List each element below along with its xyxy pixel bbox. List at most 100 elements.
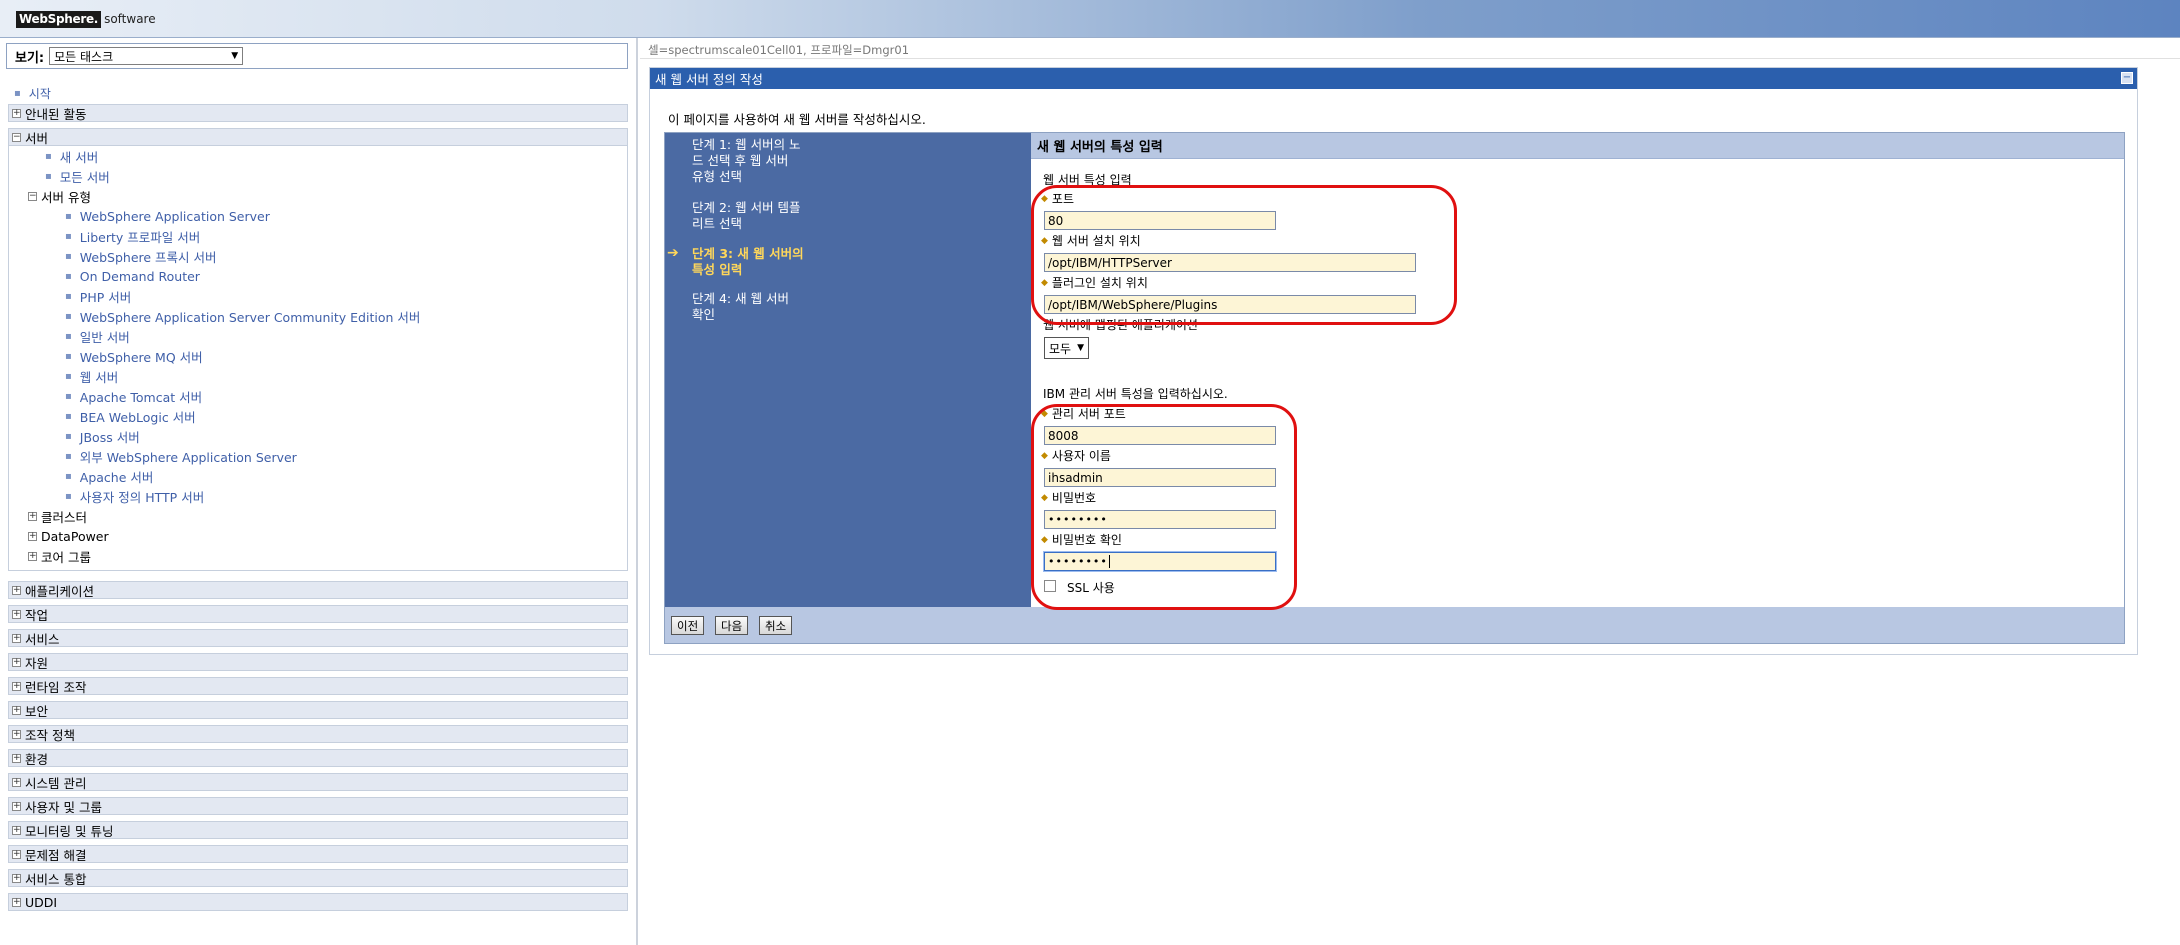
nav-item-server-type[interactable]: ▪ WebSphere MQ 서버: [9, 346, 627, 366]
expand-icon: +: [12, 107, 21, 118]
view-select[interactable]: 모든 태스크 ▼: [49, 47, 244, 65]
navigation-pane: 보기: 모든 태스크 ▼ ▪ 시작 + 안내된 활동 − 서버 ▪ 새 서버 ▪…: [0, 38, 638, 945]
step-text: 단계 4: 새 웹 서버: [692, 291, 790, 306]
bullet-icon: ▪: [65, 370, 72, 382]
nav-item-server-type[interactable]: ▪ WebSphere 프록시 서버: [9, 246, 627, 266]
nav-section-label: 안내된 활동: [25, 106, 87, 122]
navigation-tree: ▪ 시작 + 안내된 활동 − 서버 ▪ 새 서버 ▪ 모든 서버 − 서버 유…: [8, 82, 628, 917]
create-web-server-panel: 새 웹 서버 정의 작성 − 이 페이지를 사용하여 새 웹 서버를 작성하십시…: [649, 67, 2138, 655]
nav-item-label: Apache Tomcat 서버: [79, 389, 203, 405]
next-button[interactable]: 다음: [715, 616, 749, 635]
nav-section[interactable]: + 작업: [8, 605, 628, 623]
nav-item-label: BEA WebLogic 서버: [79, 409, 196, 425]
bullet-icon: ▪: [65, 470, 72, 482]
nav-section[interactable]: + 사용자 및 그룹: [8, 797, 628, 815]
nav-item-new-server[interactable]: ▪ 새 서버: [9, 146, 627, 166]
nav-item-label: Apache 서버: [79, 469, 154, 485]
step-text: 단계 3: 새 웹 서버의: [692, 246, 804, 261]
panel-header: 새 웹 서버 정의 작성 −: [650, 68, 2137, 89]
bullet-icon: ▪: [65, 410, 72, 422]
nav-item-server-type[interactable]: ▪ JBoss 서버: [9, 426, 627, 446]
nav-item-server-type[interactable]: ▪ On Demand Router: [9, 266, 627, 286]
view-select-value: 모든 태스크: [54, 49, 114, 64]
wizard-step-4: 단계 4: 새 웹 서버 확인: [692, 291, 822, 323]
nav-item-server-type[interactable]: ▪ Liberty 프로파일 서버: [9, 226, 627, 246]
nav-group-clusters[interactable]: + 클러스터: [9, 506, 627, 526]
bullet-icon: ▪: [65, 290, 72, 302]
nav-section-label: 서버: [25, 130, 49, 146]
nav-section-label: 서비스: [25, 631, 60, 647]
nav-section[interactable]: + UDDI: [8, 893, 628, 911]
nav-item-server-type[interactable]: ▪ 일반 서버: [9, 326, 627, 346]
nav-group-server-types[interactable]: − 서버 유형: [9, 186, 627, 206]
expand-icon: +: [12, 656, 21, 667]
nav-section[interactable]: + 모니터링 및 튜닝: [8, 821, 628, 839]
step-text: 특성 입력: [692, 262, 743, 277]
nav-section[interactable]: + 서비스: [8, 629, 628, 647]
nav-item-label: WebSphere MQ 서버: [79, 349, 203, 365]
nav-item-server-type[interactable]: ▪ WebSphere Application Server Community …: [9, 306, 627, 326]
nav-item-server-type[interactable]: ▪ PHP 서버: [9, 286, 627, 306]
nav-item-start[interactable]: ▪ 시작: [8, 82, 628, 104]
cancel-button[interactable]: 취소: [759, 616, 793, 635]
nav-item-label: Liberty 프로파일 서버: [79, 229, 201, 245]
nav-section[interactable]: + 환경: [8, 749, 628, 767]
nav-item-server-type[interactable]: ▪ WebSphere Application Server: [9, 206, 627, 226]
bullet-icon: ▪: [65, 390, 72, 402]
nav-item-server-type[interactable]: ▪ 웹 서버: [9, 366, 627, 386]
highlight-web-server-fields: [1031, 185, 1457, 325]
nav-section[interactable]: + 보안: [8, 701, 628, 719]
nav-section[interactable]: + 애플리케이션: [8, 581, 628, 599]
servers-subtree: ▪ 새 서버 ▪ 모든 서버 − 서버 유형 ▪ WebSphere Applic…: [8, 146, 628, 571]
nav-group-datapower[interactable]: + DataPower: [9, 526, 627, 546]
websphere-logo: WebSphere. software: [16, 11, 156, 28]
nav-section[interactable]: + 서비스 통합: [8, 869, 628, 887]
step-text: 확인: [692, 307, 716, 322]
expand-icon: +: [12, 704, 21, 715]
bullet-icon: ▪: [65, 350, 72, 362]
view-filter: 보기: 모든 태스크 ▼: [6, 43, 628, 69]
expand-icon: +: [12, 776, 21, 787]
nav-item-server-type[interactable]: ▪ 외부 WebSphere Application Server: [9, 446, 627, 466]
nav-section-guided-activities[interactable]: + 안내된 활동: [8, 104, 628, 122]
nav-section[interactable]: + 자원: [8, 653, 628, 671]
nav-section-label: 작업: [25, 607, 49, 623]
nav-item-server-type[interactable]: ▪ BEA WebLogic 서버: [9, 406, 627, 426]
nav-group-label: 클러스터: [41, 509, 88, 525]
nav-item-server-type[interactable]: ▪ 사용자 정의 HTTP 서버: [9, 486, 627, 506]
previous-button[interactable]: 이전: [671, 616, 705, 635]
logo-suffix: software: [104, 12, 156, 26]
nav-section[interactable]: + 문제점 해결: [8, 845, 628, 863]
bullet-icon: ▪: [65, 310, 72, 322]
logo-text: WebSphere.: [16, 11, 102, 28]
expand-icon: +: [28, 530, 37, 541]
step-text: 리트 선택: [692, 216, 742, 231]
nav-group-core-groups[interactable]: + 코어 그룹: [9, 546, 627, 566]
step-text: 드 선택 후 웹 서버: [692, 153, 789, 168]
bullet-icon: ▪: [45, 170, 52, 182]
nav-section-servers[interactable]: − 서버: [8, 128, 628, 146]
nav-item-label: 사용자 정의 HTTP 서버: [79, 489, 205, 505]
bullet-icon: ▪: [65, 230, 72, 242]
bullet-icon: ▪: [65, 490, 72, 502]
highlight-admin-fields: [1031, 404, 1297, 610]
nav-item-server-type[interactable]: ▪ Apache Tomcat 서버: [9, 386, 627, 406]
bullet-icon: ▪: [14, 87, 21, 99]
nav-section-label: 자원: [25, 655, 49, 671]
nav-item-label: 일반 서버: [79, 329, 130, 345]
mapped-apps-select[interactable]: 모두 ▼: [1044, 337, 1090, 359]
nav-section-label: 조작 정책: [25, 727, 75, 743]
expand-icon: +: [28, 550, 37, 561]
nav-section[interactable]: + 조작 정책: [8, 725, 628, 743]
nav-section-label: 환경: [25, 751, 49, 767]
expand-icon: +: [12, 632, 21, 643]
nav-section[interactable]: + 런타임 조작: [8, 677, 628, 695]
nav-section[interactable]: + 시스템 관리: [8, 773, 628, 791]
expand-icon: +: [28, 510, 37, 521]
panel-title: 새 웹 서버 정의 작성: [655, 72, 763, 87]
minimize-icon[interactable]: −: [2121, 72, 2133, 84]
nav-item-label: WebSphere Application Server: [79, 208, 270, 224]
nav-item-all-servers[interactable]: ▪ 모든 서버: [9, 166, 627, 186]
nav-item-server-type[interactable]: ▪ Apache 서버: [9, 466, 627, 486]
nav-item-label: JBoss 서버: [79, 429, 140, 445]
